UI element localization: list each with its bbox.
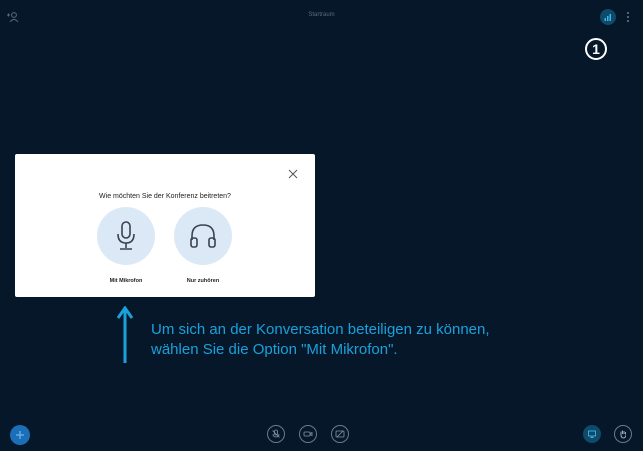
- plus-icon: [16, 431, 24, 439]
- close-button[interactable]: [287, 167, 299, 179]
- monitor-icon: [588, 430, 596, 438]
- top-bar: Startraum: [0, 0, 643, 36]
- instruction-text: Um sich an der Konversation beteiligen z…: [151, 320, 571, 360]
- room-title: Startraum: [308, 12, 335, 18]
- arrow-up-icon: [116, 305, 134, 363]
- more-options-button[interactable]: [624, 10, 632, 24]
- listen-only-option-label: Nur zuhören: [186, 278, 220, 284]
- presentation-button[interactable]: [583, 425, 601, 443]
- microphone-icon: [117, 221, 135, 250]
- dialog-title: Wie möchten Sie der Konferenz beitreten?: [99, 193, 231, 200]
- more-options-icon: [627, 12, 629, 14]
- screen-share-button[interactable]: [331, 425, 349, 443]
- connection-status-button[interactable]: [600, 9, 616, 25]
- audio-muted-button[interactable]: [267, 425, 285, 443]
- hand-icon: [620, 430, 626, 439]
- step-marker: 1: [585, 38, 607, 60]
- listen-only-button[interactable]: Nur zuhören: [173, 207, 233, 284]
- signal-bars-icon: [604, 14, 611, 21]
- instruction-line-1: Um sich an der Konversation beteiligen z…: [151, 321, 490, 338]
- listen-only-option-circle[interactable]: [174, 207, 232, 265]
- close-icon: [288, 169, 298, 179]
- join-audio-dialog: Wie möchten Sie der Konferenz beitreten?…: [15, 154, 315, 297]
- headphones-icon: [190, 224, 216, 248]
- microphone-option-label: Mit Mikrofon: [109, 278, 143, 284]
- video-button[interactable]: [299, 425, 317, 443]
- instruction-line-2: wählen Sie die Option "Mit Mikrofon".: [151, 341, 398, 358]
- microphone-muted-icon: [272, 429, 280, 438]
- raise-hand-button[interactable]: [614, 425, 632, 443]
- pointer-arrow: [116, 305, 134, 364]
- camera-icon: [303, 431, 313, 437]
- screen-share-icon: [335, 430, 345, 438]
- microphone-option-circle[interactable]: [97, 207, 155, 265]
- join-with-microphone-button[interactable]: Mit Mikrofon: [96, 207, 156, 284]
- actions-plus-button[interactable]: [10, 425, 30, 445]
